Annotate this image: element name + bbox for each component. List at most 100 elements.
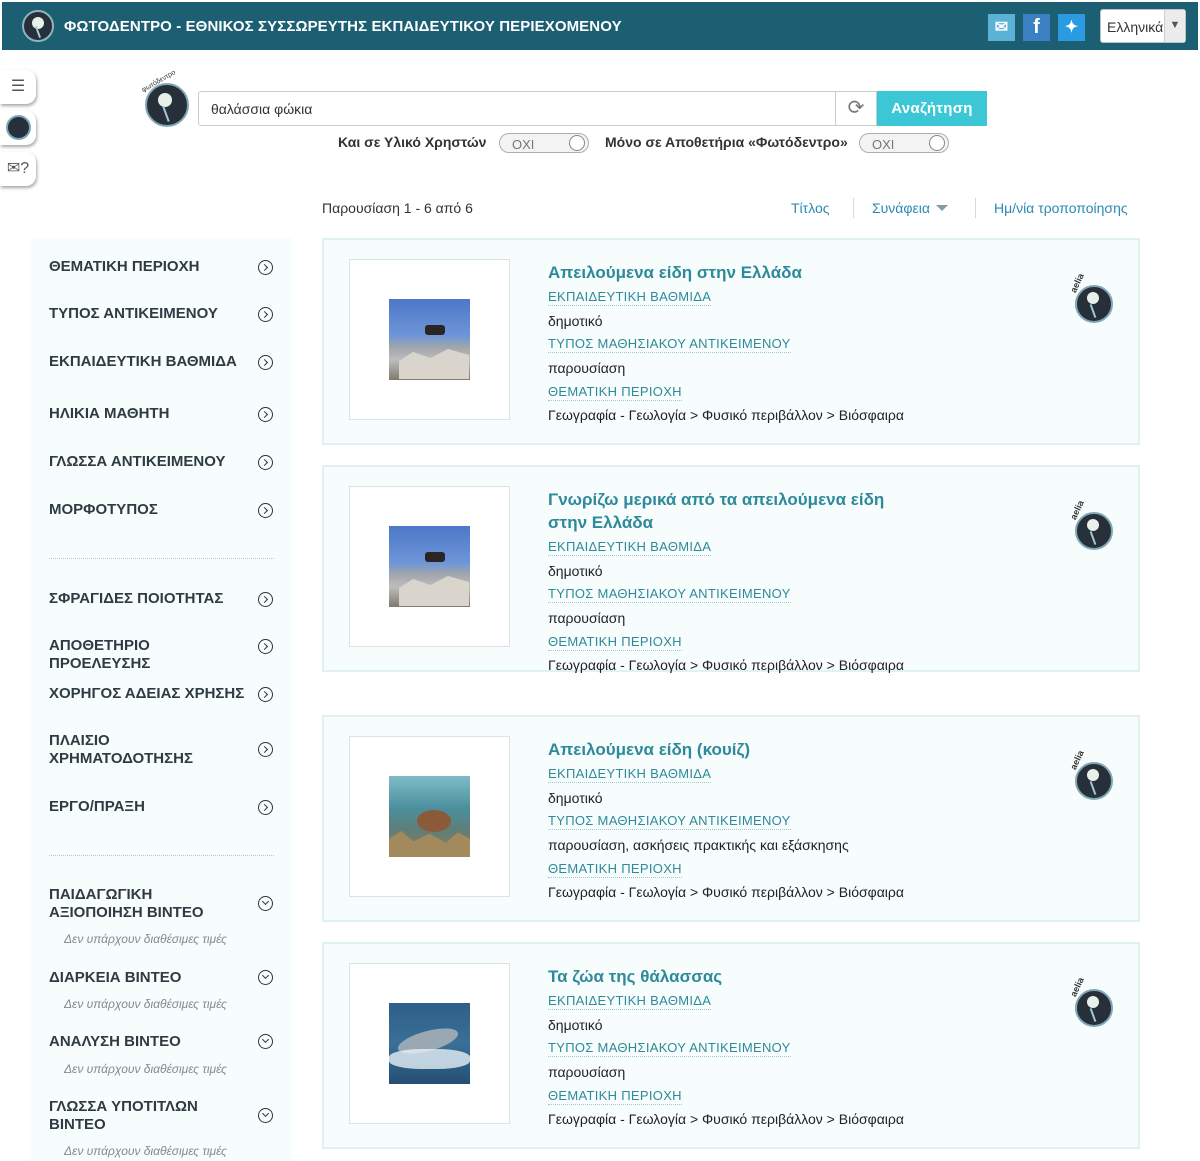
aelia-badge-icon[interactable]: aelia [1067,272,1115,324]
chevron-right-icon [258,407,273,422]
filter-users-value: ΟΧΙ [512,137,535,152]
filter-repo-toggle[interactable]: ΟΧΙ [859,133,949,153]
level-label[interactable]: ΕΚΠΑΙΔΕΥΤΙΚΗ ΒΑΘΜΙΔΑ [548,539,712,556]
filter-student-age[interactable]: ΗΛΙΚΙΑ ΜΑΘΗΤΗ [49,405,287,423]
notes-icon: ☰ [10,78,26,95]
level-label[interactable]: ΕΚΠΑΙΔΕΥΤΙΚΗ ΒΑΘΜΙΔΑ [548,766,712,783]
search-button[interactable]: Αναζήτηση [877,91,987,126]
filter-label: ΘΕΜΑΤΙΚΗ ΠΕΡΙΟΧΗ [49,258,200,275]
level-value: δημοτικό [548,790,603,806]
filter-label: ΑΝΑΛΥΣΗ ΒΙΝΤΕΟ [49,1033,181,1050]
filter-label: ΠΛΑΙΣΙΟ ΧΡΗΜΑΤΟΔΟΤΗΣΗΣ [49,732,193,767]
level-label[interactable]: ΕΚΠΑΙΔΕΥΤΙΚΗ ΒΑΘΜΙΔΑ [548,993,712,1010]
chevron-right-icon [258,455,273,470]
filter-subtitle-language[interactable]: ΓΛΩΣΣΑ ΥΠΟΤΙΤΛΩΝ ΒΙΝΤΕΟ [49,1098,287,1134]
turtle-photo[interactable] [389,776,470,857]
type-label[interactable]: ΤΥΠΟΣ ΜΑΘΗΣΙΑΚΟΥ ΑΝΤΙΚΕΙΜΕΝΟΥ [548,336,791,353]
result-card: Απειλούμενα είδη στην Ελλάδα ΕΚΠΑΙΔΕΥΤΙΚ… [322,238,1140,445]
filter-funding-framework[interactable]: ΠΛΑΙΣΙΟ ΧΡΗΜΑΤΟΔΟΤΗΣΗΣ [49,732,287,768]
goat-photo[interactable] [389,299,470,380]
chevron-right-icon [258,355,273,370]
filter-label: ΣΦΡΑΓΙΔΕΣ ΠΟΙΟΤΗΤΑΣ [49,590,224,607]
subject-label[interactable]: ΘΕΜΑΤΙΚΗ ΠΕΡΙΟΧΗ [548,1088,682,1105]
result-title[interactable]: Γνωρίζω μερικά από τα απειλούμενα είδη σ… [548,488,928,534]
type-value: παρουσίαση, ασκήσεις πρακτικής και εξάσκ… [548,837,849,853]
subject-label[interactable]: ΘΕΜΑΤΙΚΗ ΠΕΡΙΟΧΗ [548,384,682,401]
sort-relevance-link[interactable]: Συνάφεια [872,200,948,216]
chevron-right-icon [258,742,273,757]
filter-label: ΕΡΓΟ/ΠΡΑΞΗ [49,798,145,815]
filter-label: ΗΛΙΚΙΑ ΜΑΘΗΤΗ [49,405,170,422]
goat-photo[interactable] [389,526,470,607]
dolphin-photo[interactable] [389,1003,470,1084]
subject-label[interactable]: ΘΕΜΑΤΙΚΗ ΠΕΡΙΟΧΗ [548,634,682,651]
badge-circle [1075,285,1113,323]
chevron-down-icon [258,1108,273,1123]
level-value: δημοτικό [548,563,603,579]
type-value: παρουσίαση [548,1064,626,1080]
filter-object-type[interactable]: ΤΥΠΟΣ ΑΝΤΙΚΕΙΜΕΝΟΥ [49,305,287,323]
filter-license-provider[interactable]: ΧΟΡΗΓΟΣ ΑΔΕΙΑΣ ΧΡΗΣΗΣ [49,685,287,703]
filter-users-toggle[interactable]: ΟΧΙ [499,133,589,153]
result-title[interactable]: Απειλούμενα είδη στην Ελλάδα [548,261,928,284]
photodentro-tab[interactable] [0,111,36,145]
facebook-icon[interactable]: f [1023,14,1050,41]
sort-relevance-label: Συνάφεια [872,200,930,216]
thumbnail-frame[interactable] [349,259,510,420]
level-label[interactable]: ΕΚΠΑΙΔΕΥΤΙΚΗ ΒΑΘΜΙΔΑ [548,289,712,306]
aelia-badge-icon[interactable]: aelia [1067,749,1115,801]
no-values-text: Δεν υπάρχουν διαθέσιμες τιμές [64,932,227,946]
chevron-right-icon [258,503,273,518]
result-card: Γνωρίζω μερικά από τα απειλούμενα είδη σ… [322,465,1140,673]
filter-label: ΜΟΡΦΟΤΥΠΟΣ [49,501,158,518]
chevron-right-icon [258,307,273,322]
no-values-text: Δεν υπάρχουν διαθέσιμες τιμές [64,1062,227,1076]
help-mail-icon: ✉? [6,160,30,177]
filter-subject[interactable]: ΘΕΜΑΤΙΚΗ ΠΕΡΙΟΧΗ [49,258,287,276]
search-input[interactable] [198,91,836,126]
help-tab[interactable]: ✉? [0,152,36,186]
language-select[interactable]: Ελληνικά ▼ [1100,9,1186,43]
result-title[interactable]: Τα ζώα της θάλασσας [548,965,928,988]
photodentro-logo-icon[interactable] [22,10,54,42]
filter-video-pedagogy[interactable]: ΠΑΙΔΑΓΩΓΙΚΗ ΑΞΙΟΠΟΙΗΣΗ ΒΙΝΤΕΟ [49,886,287,922]
site-title[interactable]: ΦΩΤΟΔΕΝΤΡΟ - ΕΘΝΙΚΟΣ ΣΥΣΣΩΡΕΥΤΗΣ ΕΚΠΑΙΔΕ… [64,18,622,35]
badge-circle [1075,989,1113,1027]
thumbnail-frame[interactable] [349,963,510,1124]
chevron-right-icon [258,260,273,275]
filter-video-resolution[interactable]: ΑΝΑΛΥΣΗ ΒΙΝΤΕΟ [49,1033,287,1051]
result-title[interactable]: Απειλούμενα είδη (κουίζ) [548,738,928,761]
filter-format[interactable]: ΜΟΡΦΟΤΥΠΟΣ [49,501,287,519]
filter-project[interactable]: ΕΡΓΟ/ΠΡΑΞΗ [49,798,287,816]
subject-label[interactable]: ΘΕΜΑΤΙΚΗ ΠΕΡΙΟΧΗ [548,861,682,878]
filter-label: ΧΟΡΗΓΟΣ ΑΔΕΙΑΣ ΧΡΗΣΗΣ [49,685,245,702]
subject-value: Γεωγραφία - Γεωλογία > Φυσικό περιβάλλον… [548,657,904,673]
twitter-icon[interactable]: ✦ [1058,14,1085,41]
notes-tab[interactable]: ☰ [0,70,36,104]
type-label[interactable]: ΤΥΠΟΣ ΜΑΘΗΣΙΑΚΟΥ ΑΝΤΙΚΕΙΜΕΝΟΥ [548,1040,791,1057]
no-values-text: Δεν υπάρχουν διαθέσιμες τιμές [64,997,227,1011]
filter-video-duration[interactable]: ΔΙΑΡΚΕΙΑ ΒΙΝΤΕΟ [49,969,287,987]
type-label[interactable]: ΤΥΠΟΣ ΜΑΘΗΣΙΑΚΟΥ ΑΝΤΙΚΕΙΜΕΝΟΥ [548,586,791,603]
filter-education-level[interactable]: ΕΚΠΑΙΔΕΥΤΙΚΗ ΒΑΘΜΙΔΑ [49,353,287,371]
chevron-right-icon [258,687,273,702]
filter-quality-seals[interactable]: ΣΦΡΑΓΙΔΕΣ ΠΟΙΟΤΗΤΑΣ [49,590,287,608]
thumbnail-frame[interactable] [349,486,510,647]
sort-modified-link[interactable]: Ημ/νία τροποποίησης [994,200,1128,216]
sort-title-link[interactable]: Τίτλος [791,200,830,216]
type-label[interactable]: ΤΥΠΟΣ ΜΑΘΗΣΙΑΚΟΥ ΑΝΤΙΚΕΙΜΕΝΟΥ [548,813,791,830]
divider [49,855,274,856]
thumbnail-frame[interactable] [349,736,510,897]
caret-down-icon [935,205,948,211]
refresh-icon[interactable]: ⟳ [835,91,877,126]
filter-origin-repo[interactable]: ΑΠΟΘΕΤΗΡΙΟ ΠΡΟΕΛΕΥΣΗΣ [49,637,287,673]
chevron-down-icon [258,1034,273,1049]
filter-object-language[interactable]: ΓΛΩΣΣΑ ΑΝΤΙΚΕΙΜΕΝΟΥ [49,453,287,471]
aelia-badge-icon[interactable]: aelia [1067,976,1115,1028]
envelope-icon[interactable]: ✉ [988,14,1015,41]
filter-label: ΔΙΑΡΚΕΙΑ ΒΙΝΤΕΟ [49,969,182,986]
aelia-badge-icon[interactable]: aelia [1067,499,1115,551]
chevron-right-icon [258,800,273,815]
chevron-down-icon [258,970,273,985]
filter-label: ΓΛΩΣΣΑ ΑΝΤΙΚΕΙΜΕΝΟΥ [49,453,226,470]
